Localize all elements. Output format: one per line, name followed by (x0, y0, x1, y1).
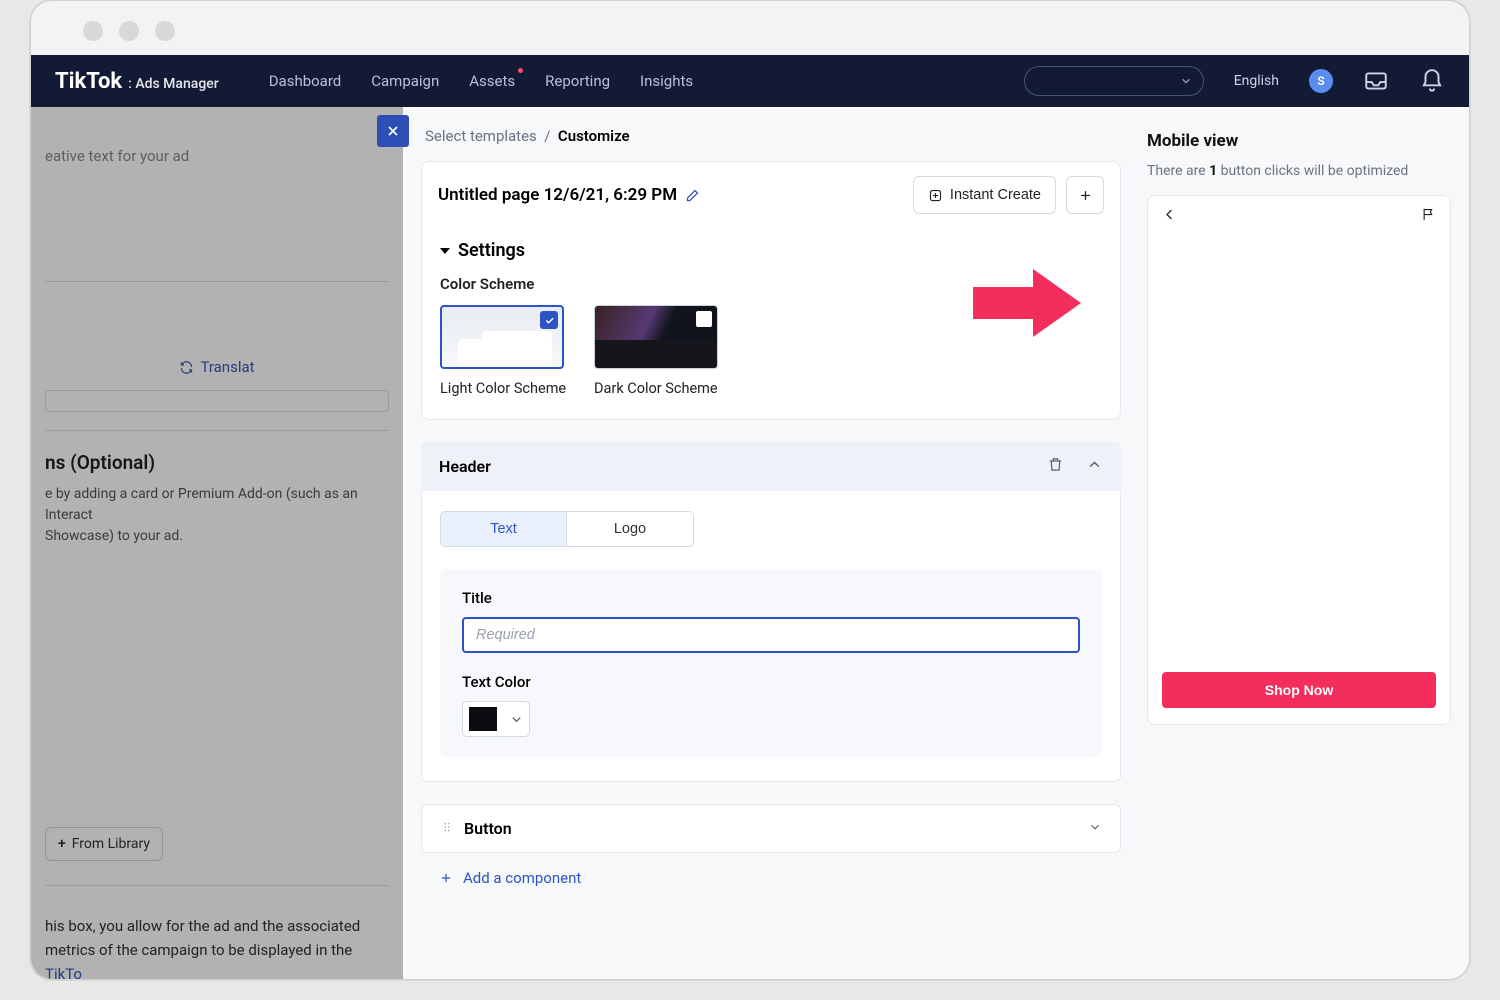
preview-cta-button[interactable]: Shop Now (1162, 672, 1436, 708)
nav-reporting[interactable]: Reporting (545, 72, 610, 90)
edit-icon[interactable] (685, 188, 700, 203)
translate-link[interactable]: Translat (45, 358, 389, 376)
plus-icon (439, 871, 453, 885)
back-icon[interactable] (1162, 207, 1177, 226)
tiktok-link[interactable]: TikTo (45, 965, 82, 979)
title-field-label: Title (462, 589, 1080, 607)
magic-icon (928, 188, 943, 203)
addons-desc: e by adding a card or Premium Add-on (su… (45, 484, 389, 547)
color-scheme-light-label: Light Color Scheme (440, 380, 566, 397)
nav-campaign[interactable]: Campaign (371, 72, 439, 90)
chevron-down-icon (503, 714, 529, 725)
collapse-icon[interactable] (1086, 456, 1103, 477)
breadcrumb: Select templates / Customize (421, 123, 1121, 161)
translate-label: Translat (200, 358, 254, 376)
add-component-button[interactable]: Add a component (421, 853, 1121, 903)
disclosure-note: his box, you allow for the ad and the as… (45, 914, 389, 979)
brand-logo: TikTok : Ads Manager (55, 69, 219, 94)
inbox-icon[interactable] (1363, 68, 1389, 94)
brand-name: TikTok (55, 69, 122, 94)
check-icon (540, 311, 558, 329)
button-block-bar[interactable]: Button (421, 804, 1121, 853)
language-switch[interactable]: English (1234, 73, 1279, 89)
instant-create-button[interactable]: Instant Create (913, 176, 1056, 214)
color-scheme-light[interactable]: Light Color Scheme (440, 305, 568, 399)
header-type-tabs: Text Logo (440, 511, 694, 547)
top-nav: TikTok : Ads Manager Dashboard Campaign … (31, 55, 1469, 107)
plus-icon (1078, 188, 1093, 203)
text-color-label: Text Color (462, 673, 1080, 691)
caret-down-icon (440, 248, 450, 254)
color-scheme-dark[interactable]: Dark Color Scheme (594, 305, 722, 399)
flag-icon[interactable] (1421, 207, 1436, 226)
background-form: eative text for your ad Translat ns (Opt… (31, 107, 403, 979)
avatar[interactable]: S (1309, 69, 1333, 93)
mobile-preview: Shop Now (1147, 195, 1451, 725)
window-traffic-lights (31, 1, 1469, 55)
addons-heading: ns (Optional) (45, 451, 389, 474)
tab-text[interactable]: Text (441, 512, 567, 546)
bell-icon[interactable] (1419, 68, 1445, 94)
nav-dashboard[interactable]: Dashboard (269, 72, 342, 90)
page-title: Untitled page 12/6/21, 6:29 PM (438, 185, 700, 205)
nav-insights[interactable]: Insights (640, 72, 693, 90)
chevron-down-icon (1181, 76, 1191, 86)
from-library-button[interactable]: +From Library (45, 827, 163, 861)
drag-handle-icon[interactable] (440, 819, 454, 838)
breadcrumb-select-templates[interactable]: Select templates (425, 127, 537, 145)
optimization-note: There are 1 button clicks will be optimi… (1147, 161, 1451, 181)
ad-text-placeholder: eative text for your ad (45, 147, 389, 171)
button-block-title: Button (464, 819, 512, 838)
close-panel-button[interactable] (377, 115, 409, 147)
close-icon (385, 123, 401, 139)
refresh-icon (179, 360, 194, 375)
title-input[interactable] (462, 617, 1080, 653)
header-block-bar[interactable]: Header (421, 442, 1121, 491)
mobile-view-heading: Mobile view (1147, 131, 1451, 151)
nav-assets[interactable]: Assets (469, 72, 515, 90)
color-scheme-dark-label: Dark Color Scheme (594, 380, 718, 397)
text-color-picker[interactable] (462, 701, 530, 737)
color-swatch (469, 707, 497, 731)
tab-logo[interactable]: Logo (567, 512, 693, 546)
annotation-arrow (973, 263, 1083, 347)
add-button[interactable] (1066, 176, 1104, 214)
header-block-title: Header (439, 457, 491, 476)
account-selector[interactable] (1024, 66, 1204, 96)
breadcrumb-customize: Customize (558, 127, 630, 145)
delete-icon[interactable] (1047, 456, 1064, 477)
expand-icon[interactable] (1088, 819, 1102, 838)
brand-sub: : Ads Manager (128, 76, 219, 92)
settings-heading[interactable]: Settings (440, 240, 1102, 261)
